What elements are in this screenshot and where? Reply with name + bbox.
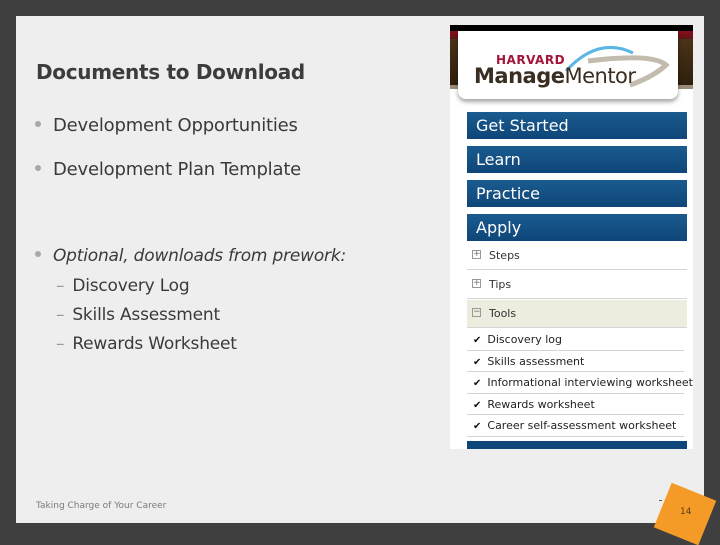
tool-link[interactable]: ✔ Career self-assessment worksheet <box>467 415 684 437</box>
nav-get-started[interactable]: Get Started <box>467 112 687 139</box>
nav-learn[interactable]: Learn <box>467 146 687 173</box>
section-steps[interactable]: + Steps <box>467 242 687 270</box>
tool-link[interactable]: ✔ Skills assessment <box>467 351 684 372</box>
bullet-item: Development Plan Template <box>35 159 301 180</box>
dash-icon: – <box>56 305 65 325</box>
bullet-item: Development Opportunities <box>35 115 298 136</box>
embedded-screenshot: HARVARD ManageMentor Get Started Learn P… <box>450 25 693 449</box>
check-icon: ✔ <box>473 421 482 432</box>
logo-card: HARVARD ManageMentor <box>458 31 678 99</box>
plus-box-icon: + <box>472 248 481 259</box>
check-icon: ✔ <box>473 399 482 411</box>
minus-box-icon: − <box>472 306 481 317</box>
footer-bar <box>467 441 687 449</box>
optional-heading: Optional, downloads from prework: <box>35 246 346 266</box>
tool-link[interactable]: ✔ Discovery log <box>467 329 684 351</box>
optional-item: – Skills Assessment <box>56 305 220 325</box>
logo-managementor: ManageMentor <box>474 64 636 88</box>
dash-icon: – <box>56 334 65 354</box>
bullet-icon <box>35 251 41 257</box>
nav-apply[interactable]: Apply <box>467 214 687 241</box>
check-icon: ✔ <box>473 335 482 346</box>
dash-icon: – <box>56 276 65 296</box>
check-icon: ✔ <box>473 378 482 389</box>
nav-practice[interactable]: Practice <box>467 180 687 207</box>
plus-box-icon: + <box>472 277 481 288</box>
tool-link[interactable]: ✔ Rewards worksheet <box>467 394 684 415</box>
page-number: 14 <box>680 507 692 518</box>
optional-item: – Discovery Log <box>56 276 190 296</box>
slide-title: Documents to Download <box>36 60 305 84</box>
section-tips[interactable]: + Tips <box>467 271 687 299</box>
bullet-icon <box>35 165 41 171</box>
slide-footer: Taking Charge of Your Career <box>36 501 167 511</box>
optional-item: – Rewards Worksheet <box>56 334 237 354</box>
check-icon: ✔ <box>473 356 482 368</box>
bullet-icon <box>35 121 41 127</box>
tick-mark <box>659 500 662 501</box>
tool-link[interactable]: ✔ Informational interviewing worksheet <box>467 372 693 394</box>
section-tools[interactable]: − Tools <box>467 300 687 328</box>
